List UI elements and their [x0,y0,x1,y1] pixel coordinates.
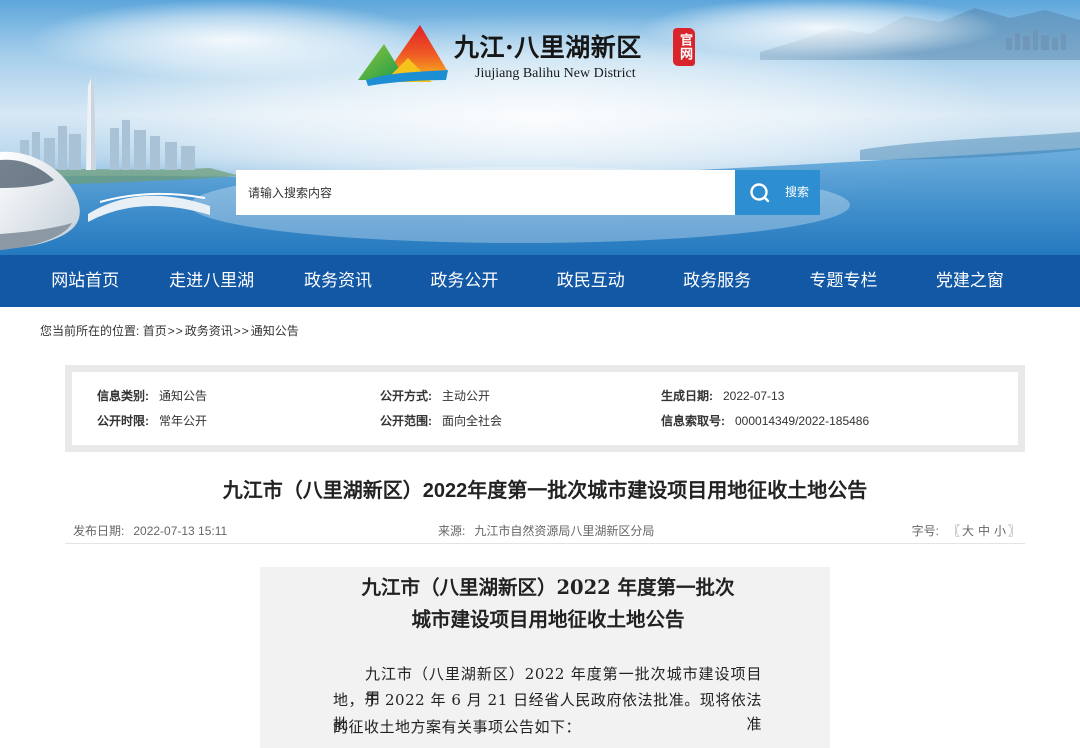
info-created-date: 生成日期: 2022-07-13 [661,387,784,405]
font-size-small[interactable]: 小 [992,524,1008,538]
source-label: 来源: [438,524,466,538]
site-logo[interactable]: 九江·八里湖新区 官网 Jiujiang Balihu New District [356,22,702,88]
nav-item-about-balihu[interactable]: 走进八里湖 [148,255,274,307]
nav-item-gov-news[interactable]: 政务资讯 [275,255,401,307]
info-label: 公开范围: [380,414,432,428]
nav-item-gov-disclosure[interactable]: 政务公开 [401,255,527,307]
font-size-switcher: 字号: 〖大中小〗 [912,520,1020,542]
main-nav: 网站首页 走进八里湖 政务资讯 政务公开 政民互动 政务服务 专题专栏 党建之窗 [0,255,1080,307]
nav-item-home[interactable]: 网站首页 [22,255,148,307]
info-disclosure-scope: 公开范围: 面向全社会 [380,412,502,430]
breadcrumb-gov-news[interactable]: 政务资讯 [185,324,233,338]
info-row: 信息类别: 通知公告 公开方式: 主动公开 生成日期: 2022-07-13 [72,387,1018,405]
info-value: 主动公开 [442,389,491,403]
logo-mountain-icon [358,25,448,86]
article-title: 九江市（八里湖新区）2022年度第一批次城市建设项目用地征收土地公告 [222,480,868,502]
info-label: 公开时限: [97,414,149,428]
info-value: 000014349/2022-185486 [735,414,870,428]
source-value: 九江市自然资源局八里湖新区分局 [474,524,655,538]
search-icon [750,183,770,203]
breadcrumb-home[interactable]: 首页 [143,324,167,338]
nav-item-party-building[interactable]: 党建之窗 [907,255,1033,307]
site-name-en: Jiujiang Balihu New District [475,66,636,81]
font-size-medium[interactable]: 中 [976,524,992,538]
info-disclosure-mode: 公开方式: 主动公开 [380,387,490,405]
official-site-seal: 官网 [673,28,695,66]
info-value: 通知公告 [159,389,208,403]
nav-item-special-topics[interactable]: 专题专栏 [780,255,906,307]
info-row: 公开时限: 常年公开 公开范围: 面向全社会 信息索取号: 000014349/202… [72,412,1018,430]
main-nav-list: 网站首页 走进八里湖 政务资讯 政务公开 政民互动 政务服务 专题专栏 党建之窗 [22,255,1033,307]
info-label: 信息索取号: [661,414,725,428]
info-panel: 信息类别: 通知公告 公开方式: 主动公开 生成日期: 2022-07-13 公开时限… [65,365,1025,452]
info-category: 信息类别: 通知公告 [97,387,207,405]
info-label: 信息类别: [97,389,149,403]
info-panel-body: 信息类别: 通知公告 公开方式: 主动公开 生成日期: 2022-07-13 公开时限… [72,372,1018,445]
article-source: 来源: 九江市自然资源局八里湖新区分局 [438,520,654,542]
info-value: 面向全社会 [442,414,503,428]
breadcrumb-separator: >> [167,324,184,338]
info-label: 公开方式: [380,389,432,403]
font-size-label: 字号: [911,524,939,538]
search-button[interactable]: 搜索 [735,170,820,215]
info-value: 常年公开 [159,414,208,428]
publish-date-label: 发布日期: [73,524,125,538]
nav-item-gov-services[interactable]: 政务服务 [654,255,780,307]
publish-date-value: 2022-07-13 15:11 [133,524,228,538]
info-disclosure-period: 公开时限: 常年公开 [97,412,207,430]
font-size-bracket-close: 〗 [1007,524,1020,538]
header-banner: 九江·八里湖新区 官网 Jiujiang Balihu New District… [0,0,1080,255]
info-label: 生成日期: [661,389,713,403]
breadcrumb-notices[interactable]: 通知公告 [251,324,299,338]
font-size-bracket-open: 〖 [947,524,960,538]
search-bar: 搜索 [236,170,820,215]
info-value: 2022-07-13 [723,389,785,403]
search-input[interactable] [236,170,735,215]
document-scan: 九江市（八里湖新区）2022 年度第一批次 城市建设项目用地征收土地公告 九江市… [260,567,830,748]
search-button-label: 搜索 [785,185,810,199]
site-name-cn: 九江·八里湖新区 [454,33,642,62]
font-size-large[interactable]: 大 [960,524,976,538]
info-index-number: 信息索取号: 000014349/2022-185486 [661,412,869,430]
document-body-line: 的征收土地方案有关事项公告如下： [333,718,582,736]
document-title-line: 九江市（八里湖新区）2022 年度第一批次 [361,576,735,599]
document-title-line: 城市建设项目用地征收土地公告 [411,608,685,631]
breadcrumb: 您当前所在的位置: 首页>>政务资讯>>通知公告 [40,323,299,339]
publish-date: 发布日期: 2022-07-13 15:11 [73,520,227,542]
nav-item-public-interaction[interactable]: 政民互动 [528,255,654,307]
article-meta: 发布日期: 2022-07-13 15:11 来源: 九江市自然资源局八里湖新区分局… [65,520,1025,544]
breadcrumb-separator: >> [233,324,250,338]
breadcrumb-prefix: 您当前所在的位置: [40,324,140,338]
